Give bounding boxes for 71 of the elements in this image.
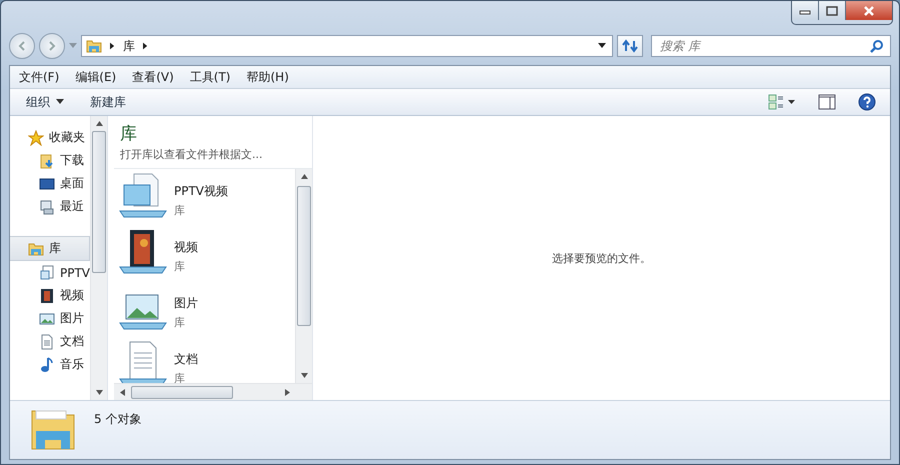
library-item[interactable]: 视频 库 bbox=[114, 229, 295, 285]
menu-item[interactable]: 编辑(E) bbox=[75, 68, 116, 86]
library-description: 打开库以查看文件并根据文... bbox=[119, 147, 264, 163]
horizontal-scrollbar[interactable] bbox=[114, 383, 312, 400]
toolbar-button[interactable]: 组织 bbox=[18, 90, 72, 114]
picture-icon bbox=[39, 310, 55, 326]
document-icon bbox=[39, 334, 55, 350]
navigation-item[interactable]: 视频 bbox=[10, 284, 90, 307]
toolbar-button[interactable]: 新建库 bbox=[82, 90, 134, 114]
library-folder-icon bbox=[86, 38, 102, 54]
library-item[interactable]: 文档 库 bbox=[114, 341, 295, 383]
navigation-item[interactable]: 图片 bbox=[10, 307, 90, 330]
library-name: 视频 bbox=[174, 239, 198, 256]
library-name: 图片 bbox=[174, 295, 198, 312]
scroll-up-arrow-icon[interactable] bbox=[96, 121, 102, 126]
navigation-item[interactable]: 桌面 bbox=[10, 172, 90, 195]
menu-item[interactable]: 帮助(H) bbox=[246, 68, 289, 86]
library-film-icon bbox=[118, 229, 168, 275]
download-folder-icon bbox=[39, 152, 55, 168]
close-icon bbox=[863, 6, 875, 16]
music-note-icon bbox=[39, 356, 55, 372]
scrollbar[interactable] bbox=[295, 169, 312, 383]
breadcrumb-item[interactable]: 库 bbox=[123, 38, 135, 54]
minimize-button[interactable] bbox=[792, 1, 819, 20]
address-bar[interactable]: 库 bbox=[81, 35, 613, 57]
scroll-down-arrow-icon[interactable] bbox=[300, 373, 308, 378]
dropdown-arrow-icon[interactable] bbox=[598, 43, 606, 49]
navigation-item[interactable]: 下载 bbox=[10, 149, 90, 172]
library-name: PPTV视频 bbox=[174, 183, 228, 200]
library-document-icon bbox=[118, 341, 168, 383]
library-title: 库 bbox=[119, 123, 138, 145]
scrollbar[interactable] bbox=[90, 116, 107, 400]
chevron-icon[interactable] bbox=[143, 42, 148, 50]
menu-item[interactable]: 文件(F) bbox=[19, 68, 60, 86]
chevron-icon[interactable] bbox=[110, 42, 115, 50]
scroll-right-arrow-icon[interactable] bbox=[285, 388, 290, 396]
star-icon bbox=[28, 130, 44, 146]
navigation-item[interactable]: PPTV bbox=[10, 261, 90, 284]
library-type: 库 bbox=[174, 371, 186, 383]
library-type: 库 bbox=[174, 259, 186, 274]
search-input[interactable]: 搜索 库 bbox=[658, 38, 870, 54]
desktop-icon bbox=[39, 176, 55, 192]
navigation-item[interactable]: 音乐 bbox=[10, 353, 90, 376]
close-button[interactable] bbox=[846, 1, 892, 20]
library-type: 库 bbox=[174, 315, 186, 330]
library-item[interactable]: PPTV视频 库 bbox=[114, 173, 295, 229]
library-document-monitor-icon bbox=[118, 173, 168, 219]
scroll-left-arrow-icon[interactable] bbox=[120, 388, 125, 396]
menu-item[interactable]: 查看(V) bbox=[132, 68, 174, 86]
scroll-up-arrow-icon[interactable] bbox=[300, 174, 308, 179]
film-icon bbox=[39, 288, 55, 304]
maximize-icon bbox=[826, 6, 838, 16]
library-folder-icon bbox=[28, 240, 44, 256]
refresh-button[interactable] bbox=[617, 35, 643, 57]
search-field[interactable]: 搜索 库 bbox=[651, 35, 891, 57]
navigation-item[interactable]: 最近 bbox=[10, 195, 90, 218]
preview-message: 选择要预览的文件。 bbox=[552, 250, 651, 266]
navigation-item[interactable]: 文档 bbox=[10, 330, 90, 353]
navigation-group[interactable]: 收藏夹 bbox=[10, 126, 90, 149]
menu-item[interactable]: 工具(T) bbox=[190, 68, 230, 86]
search-icon bbox=[870, 39, 884, 53]
refresh-icon bbox=[622, 39, 638, 53]
library-name: 文档 bbox=[174, 351, 198, 368]
library-type: 库 bbox=[174, 203, 186, 218]
scroll-down-arrow-icon[interactable] bbox=[96, 390, 102, 395]
item-count: 5 个对象 bbox=[94, 411, 142, 428]
recent-places-icon bbox=[39, 198, 55, 214]
library-item[interactable]: 图片 库 bbox=[114, 285, 295, 341]
maximize-button[interactable] bbox=[819, 1, 846, 20]
navigation-group[interactable]: 库 bbox=[10, 236, 90, 261]
document-monitor-icon bbox=[39, 264, 55, 280]
